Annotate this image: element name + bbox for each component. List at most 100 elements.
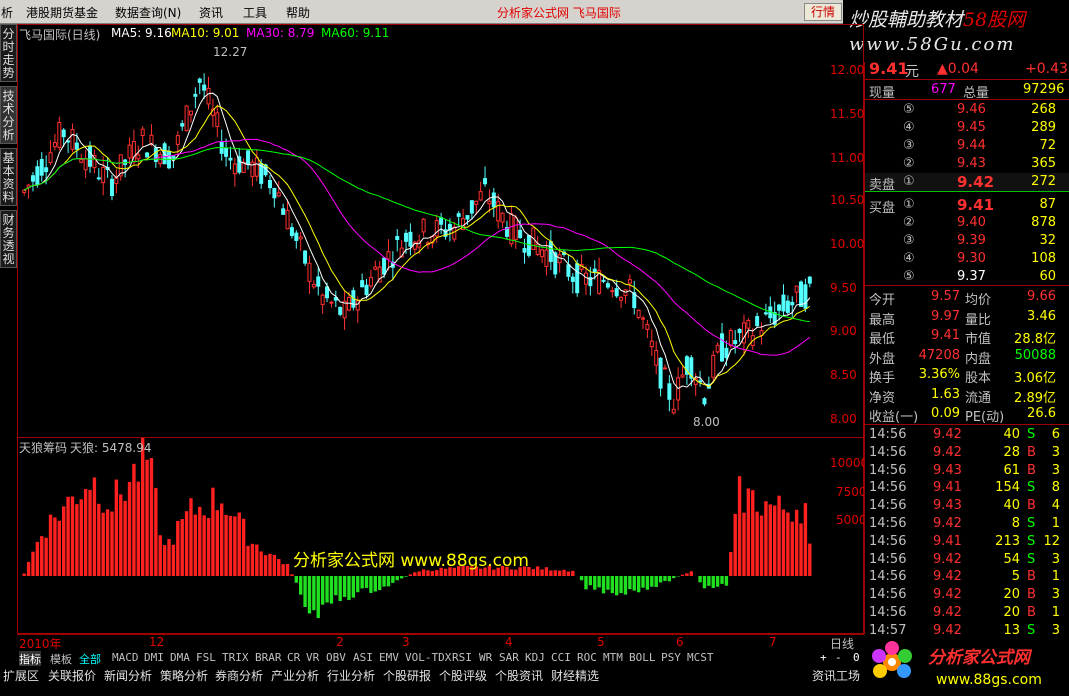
tick-count: 8 xyxy=(1051,480,1060,496)
tab-stock-rating[interactable]: 个股评级 xyxy=(439,667,487,684)
indicator-bar xyxy=(114,479,119,576)
tick-price: 9.42 xyxy=(933,605,962,620)
indicator-bar xyxy=(70,496,75,576)
indicator-bar xyxy=(729,551,733,576)
tick-count: 6 xyxy=(1051,427,1060,442)
tab-roc[interactable]: ROC xyxy=(577,651,597,664)
menu-item-news[interactable]: 资讯 xyxy=(199,4,223,21)
stat-value: 9.66 xyxy=(1027,289,1056,304)
candle-body xyxy=(728,330,733,347)
tab-stock-news[interactable]: 个股资讯 xyxy=(495,667,543,684)
indicator-bar xyxy=(193,514,198,576)
indicator-bar xyxy=(294,576,298,583)
tab-fsl[interactable]: FSL xyxy=(196,651,216,664)
tab-sar[interactable]: SAR xyxy=(499,651,519,664)
tab-mtm[interactable]: MTM xyxy=(603,651,623,664)
indicator-bar xyxy=(597,576,601,588)
tab-psy[interactable]: PSY xyxy=(661,651,681,664)
kline-chart[interactable]: 飞马国际(日线) MA5: 9.16 MA10: 9.01 MA30: 8.79… xyxy=(17,24,864,438)
tab-strategy-analysis[interactable]: 策略分析 xyxy=(160,667,208,684)
tab-boll[interactable]: BOLL xyxy=(629,651,656,664)
tab-stock-research[interactable]: 个股研报 xyxy=(383,667,431,684)
candle-body xyxy=(408,231,413,247)
tick-side: S xyxy=(1027,427,1036,442)
indicator-bar xyxy=(667,576,672,582)
indicator-bar xyxy=(237,512,241,576)
tick-side: S xyxy=(1027,551,1036,567)
indicator-chart[interactable]: 天狼筹码 天狼: 5478.94 10000 7500 5000 分析家公式网 … xyxy=(17,438,868,634)
tab-brar[interactable]: BRAR xyxy=(255,651,282,664)
stat-value: 3.06亿 xyxy=(1014,371,1056,386)
tab-cci[interactable]: CCI xyxy=(551,651,571,664)
tab-rsi[interactable]: RSI xyxy=(452,651,472,664)
indicator-bar xyxy=(316,576,320,619)
indicator-bar xyxy=(53,517,57,576)
candle-body xyxy=(649,340,654,348)
tab-dmi[interactable]: DMI xyxy=(144,651,164,664)
tick-row: 14:56 9.42 54 S 3 xyxy=(865,551,1069,569)
zoom-in-button[interactable]: + xyxy=(820,651,827,664)
indicator-bar xyxy=(759,515,764,576)
menu-item-data-query[interactable]: 数据查询(N) xyxy=(115,4,181,21)
stat-label: 最低 xyxy=(869,332,896,347)
indicator-bar xyxy=(531,569,535,576)
tab-trix[interactable]: TRIX xyxy=(222,651,249,664)
indicator-bar xyxy=(654,576,658,587)
tick-volume: 154 xyxy=(995,480,1020,496)
tab-obv[interactable]: OBV xyxy=(326,651,346,664)
tab-vol-tdx[interactable]: VOL-TDX xyxy=(405,651,451,664)
price-tick: 12.00 xyxy=(830,63,865,77)
price-row: 9.41 元 ▲0.04 +0.43 xyxy=(865,58,1069,80)
tab-asi[interactable]: ASI xyxy=(353,651,373,664)
tab-dma[interactable]: DMA xyxy=(170,651,190,664)
zoom-out-button[interactable]: - xyxy=(835,651,842,664)
tab-intraday[interactable]: 分时走势 xyxy=(0,24,17,82)
tab-mcst[interactable]: MCST xyxy=(687,651,714,664)
tab-news-analysis[interactable]: 新闻分析 xyxy=(104,667,152,684)
menu-item-hk-futures-funds[interactable]: 港股期货基金 xyxy=(26,4,98,21)
tab-extension[interactable]: 扩展区 xyxy=(3,667,39,684)
buy-volume: 878 xyxy=(1031,215,1056,230)
tab-broker-analysis[interactable]: 券商分析 xyxy=(215,667,263,684)
indicator-bar xyxy=(351,576,356,598)
tab-financials[interactable]: 财务透视 xyxy=(0,210,17,268)
tab-fundamentals[interactable]: 基本资料 xyxy=(0,148,17,206)
tab-industry-analysis[interactable]: 产业分析 xyxy=(271,667,319,684)
menu-item-tools[interactable]: 工具 xyxy=(243,4,267,21)
sell-level-row: 卖盘 ① 9.42 272 xyxy=(865,173,1069,193)
indicator-bar xyxy=(408,574,413,576)
candle-body xyxy=(285,209,290,230)
tab-sector-analysis[interactable]: 行业分析 xyxy=(327,667,375,684)
indicator-bar xyxy=(593,576,597,590)
tab-emv[interactable]: EMV xyxy=(379,651,399,664)
quote-button[interactable]: 行情 xyxy=(804,3,842,21)
candle-body xyxy=(711,354,716,378)
tab-indicator[interactable]: 指标 xyxy=(19,651,41,667)
candle-body xyxy=(724,347,729,359)
tab-cr[interactable]: CR xyxy=(287,651,300,664)
candle-body xyxy=(469,200,474,214)
tab-finance-picks[interactable]: 财经精选 xyxy=(551,667,599,684)
indicator-value: 天狼: 5478.94 xyxy=(70,441,152,455)
indicator-bar xyxy=(79,499,83,576)
tab-technical-analysis[interactable]: 技术分析 xyxy=(0,86,17,144)
menu-item-analysis[interactable]: 析 xyxy=(1,4,13,21)
candle-body xyxy=(171,155,176,159)
candle-body xyxy=(496,201,501,222)
candle-body xyxy=(737,328,742,334)
candle-body xyxy=(785,300,790,313)
tab-all[interactable]: 全部 xyxy=(79,651,101,667)
tab-macd[interactable]: MACD xyxy=(112,651,139,664)
tab-vr[interactable]: VR xyxy=(306,651,319,664)
menu-item-help[interactable]: 帮助 xyxy=(286,4,310,21)
scroll-button[interactable]: 0 xyxy=(853,651,860,664)
tab-wr[interactable]: WR xyxy=(479,651,492,664)
tab-related-quotes[interactable]: 关联报价 xyxy=(48,667,96,684)
tab-template[interactable]: 模板 xyxy=(50,651,72,667)
tick-row: 14:56 9.42 40 S 6 xyxy=(865,426,1069,444)
tab-kdj[interactable]: KDJ xyxy=(525,651,545,664)
tab-news-workshop[interactable]: 资讯工场 xyxy=(812,667,860,684)
sell-price: 9.44 xyxy=(957,138,986,153)
indicator-bar xyxy=(167,538,171,576)
candle-body xyxy=(592,268,597,273)
